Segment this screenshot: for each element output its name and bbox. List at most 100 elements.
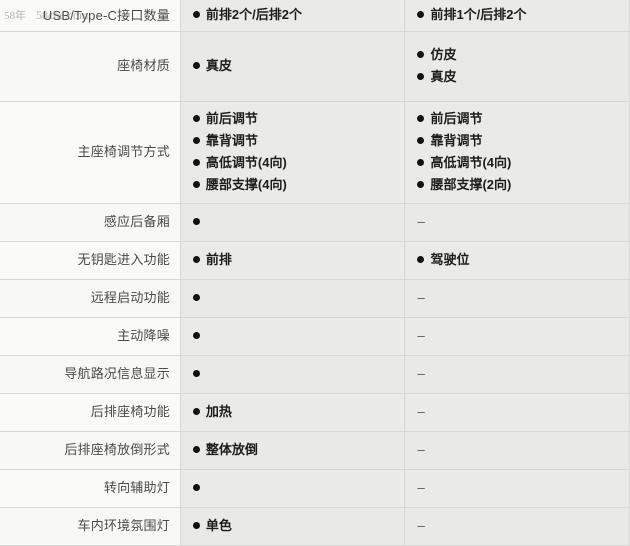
spec-value-cell: –	[404, 279, 630, 318]
spec-value-cell: –	[404, 355, 630, 394]
spec-value-item	[192, 363, 405, 385]
spec-label-cell: USB/Type-C接口数量	[0, 0, 181, 32]
bullet-dot-icon	[192, 159, 200, 166]
table-row: 后排座椅功能 加热 –	[0, 393, 630, 432]
spec-value-cell: 前排2个/后排2个	[180, 0, 406, 32]
spec-label-text: USB/Type-C接口数量	[42, 7, 170, 23]
spec-value-cell: 整体放倒	[180, 431, 406, 470]
vehicle-spec-comparison-table: USB/Type-C接口数量 前排2个/后排2个 前排1个/后排2个 座椅材质 真皮 仿皮…	[0, 0, 630, 546]
spec-label-cell: 座椅材质	[0, 31, 181, 102]
spec-value-list: 真皮	[192, 55, 405, 77]
spec-value-list: 前排1个/后排2个	[417, 4, 629, 26]
spec-value-list	[192, 211, 405, 233]
bullet-dot-icon	[192, 370, 200, 377]
spec-value-text: 靠背调节	[430, 133, 483, 148]
spec-value-cell: 真皮	[180, 31, 406, 102]
spec-label-cell: 无钥匙进入功能	[0, 241, 181, 280]
table-row: 后排座椅放倒形式 整体放倒 –	[0, 431, 630, 470]
bullet-dot-icon	[192, 256, 200, 263]
spec-value-item: 腰部支撑(2向)	[417, 174, 629, 196]
spec-value-text: 仿皮	[430, 47, 457, 62]
spec-value-list	[192, 477, 405, 499]
spec-value-cell	[180, 279, 406, 318]
bullet-dot-icon	[192, 11, 200, 19]
spec-value-cell: –	[404, 507, 630, 546]
table-row: 转向辅助灯 –	[0, 469, 630, 508]
spec-value-text: 真皮	[430, 69, 457, 84]
spec-value-list: 整体放倒	[192, 439, 405, 461]
spec-value-cell: 单色	[180, 507, 406, 546]
spec-value-item: 前排1个/后排2个	[417, 4, 629, 26]
spec-value-item: 加热	[192, 401, 405, 423]
spec-label-text: 车内环境氛围灯	[77, 518, 170, 534]
spec-label-cell: 车内环境氛围灯	[0, 507, 181, 546]
spec-value-item: 前排	[192, 249, 405, 271]
spec-value-cell: 驾驶位	[404, 241, 630, 280]
spec-value-list: 加热	[192, 401, 405, 423]
spec-label-text: 后排座椅放倒形式	[64, 442, 170, 458]
spec-value-cell: 前后调节靠背调节高低调节(4向) 腰部支撑(4向)	[180, 101, 406, 204]
spec-label-text: 主动降噪	[117, 328, 170, 344]
bullet-dot-icon	[192, 522, 200, 529]
spec-value-item	[192, 287, 405, 309]
spec-label-cell: 后排座椅功能	[0, 393, 181, 432]
not-available-dash: –	[417, 518, 425, 533]
spec-value-list	[192, 363, 405, 385]
spec-value-text: 前排1个/后排2个	[430, 7, 527, 23]
spec-value-cell: –	[404, 469, 630, 508]
spec-value-item: 整体放倒	[192, 439, 405, 461]
spec-value-cell: –	[404, 317, 630, 356]
spec-label-text: 远程启动功能	[90, 290, 170, 306]
spec-label-cell: 导航路况信息显示	[0, 355, 181, 394]
not-available-dash: –	[417, 480, 425, 495]
spec-value-item: 驾驶位	[417, 249, 629, 271]
spec-value-text: 前排2个/后排2个	[205, 7, 302, 23]
not-available-dash: –	[417, 366, 425, 381]
bullet-dot-icon	[192, 181, 200, 188]
table-row: 无钥匙进入功能 前排 驾驶位	[0, 241, 630, 280]
spec-value-item: 单色	[192, 515, 405, 537]
spec-value-item: 前后调节	[417, 108, 629, 130]
bullet-dot-icon	[417, 51, 425, 58]
spec-value-text: 高低调节(4向)	[205, 155, 287, 170]
spec-value-cell	[180, 317, 406, 356]
bullet-dot-icon	[192, 446, 200, 453]
spec-value-cell: 前排	[180, 241, 406, 280]
not-available-dash: –	[417, 442, 425, 457]
spec-value-text: 靠背调节	[205, 133, 258, 148]
spec-label-cell: 转向辅助灯	[0, 469, 181, 508]
spec-value-text: 腰部支撑(2向)	[430, 177, 512, 192]
spec-value-list: 前排2个/后排2个	[192, 4, 405, 26]
table-row: 导航路况信息显示 –	[0, 355, 630, 394]
spec-label-text: 无钥匙进入功能	[77, 252, 170, 268]
spec-value-list: 前排	[192, 249, 405, 271]
spec-value-item: 高低调节(4向)	[192, 152, 405, 174]
spec-label-text: 感应后备厢	[103, 214, 170, 230]
spec-value-list: 仿皮 真皮	[417, 44, 629, 88]
spec-value-text: 前后调节	[205, 111, 258, 126]
spec-value-item: 前后调节	[192, 108, 405, 130]
spec-label-text: 后排座椅功能	[90, 404, 170, 420]
spec-value-cell: 前排1个/后排2个	[404, 0, 630, 32]
spec-label-text: 主座椅调节方式	[77, 144, 170, 160]
bullet-dot-icon	[417, 256, 425, 263]
spec-value-item	[192, 477, 405, 499]
spec-value-list: 前后调节靠背调节高低调节(4向) 腰部支撑(2向)	[417, 108, 629, 196]
bullet-dot-icon	[417, 115, 425, 122]
spec-value-item: 真皮	[192, 55, 405, 77]
spec-label-cell: 主座椅调节方式	[0, 101, 181, 204]
bullet-dot-icon	[417, 11, 425, 19]
spec-label-cell: 主动降噪	[0, 317, 181, 356]
spec-value-cell: 加热	[180, 393, 406, 432]
bullet-dot-icon	[192, 294, 200, 301]
spec-value-text: 高低调节(4向)	[430, 155, 512, 170]
spec-value-text: 驾驶位	[430, 252, 470, 267]
spec-value-cell: –	[404, 393, 630, 432]
spec-value-item: 高低调节(4向)	[417, 152, 629, 174]
spec-value-item: 仿皮	[417, 44, 629, 66]
spec-value-cell: 仿皮 真皮	[404, 31, 630, 102]
spec-value-item: 腰部支撑(4向)	[192, 174, 405, 196]
bullet-dot-icon	[192, 218, 200, 225]
spec-value-cell	[180, 469, 406, 508]
spec-value-text: 加热	[205, 404, 232, 419]
